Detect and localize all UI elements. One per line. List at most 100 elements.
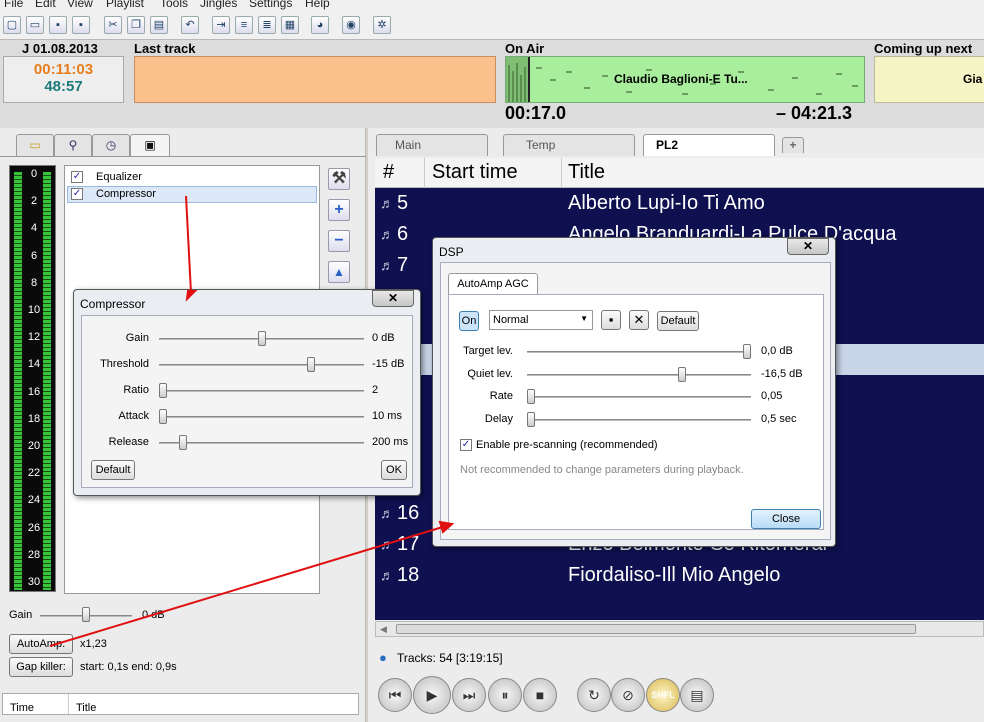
compressor-param-slider[interactable]: [159, 390, 364, 392]
shuffle-button[interactable]: SHFL: [646, 678, 680, 712]
tab-pl2[interactable]: PL2: [643, 134, 775, 156]
folder-playlist-icon[interactable]: ▦: [281, 16, 299, 34]
tab-autoamp-agc[interactable]: AutoAmp AGC: [448, 273, 538, 295]
compressor-param-thumb[interactable]: [159, 383, 167, 398]
save-icon[interactable]: ▪: [49, 16, 67, 34]
playlist-row[interactable]: ♬ 5 Alberto Lupi-Io Ti Amo: [375, 189, 984, 220]
rewind-button[interactable]: ⏮: [378, 678, 412, 712]
compressor-param-thumb[interactable]: [159, 409, 167, 424]
row-number: 7: [397, 254, 409, 276]
horizontal-scrollbar[interactable]: ◀: [375, 621, 984, 637]
compressor-param-thumb[interactable]: [178, 435, 187, 450]
menu-playlist[interactable]: Playlist: [106, 0, 144, 10]
tab-files[interactable]: ▭: [16, 134, 54, 156]
compressor-checkbox[interactable]: ✓: [71, 188, 83, 200]
on-air-box[interactable]: Claudio Baglioni-E Tu...: [505, 56, 865, 103]
row-title: Fiordaliso-Ill Mio Angelo: [568, 564, 781, 586]
tab-search[interactable]: ⚲: [54, 134, 92, 156]
compressor-param-slider[interactable]: [159, 364, 364, 366]
agc-param-thumb[interactable]: [743, 344, 751, 359]
menu-view[interactable]: View: [67, 0, 93, 10]
open-icon[interactable]: ▭: [26, 16, 44, 34]
music-note-icon: ♬: [380, 567, 394, 583]
cut-icon[interactable]: ✂: [104, 16, 122, 34]
save-preset-button[interactable]: ▪: [601, 310, 621, 330]
menu-help[interactable]: Help: [305, 0, 330, 10]
playlist-copy-icon[interactable]: ≣: [258, 16, 276, 34]
agc-panel: On Normal ▼ ▪ ✕ Default Target lev. 0,0 d…: [448, 294, 824, 530]
agc-param-slider[interactable]: [527, 373, 751, 376]
tab-temp[interactable]: Temp: [503, 134, 635, 156]
insert-icon[interactable]: ⇥: [212, 16, 230, 34]
col-start-time[interactable]: Start time: [432, 161, 518, 184]
compressor-default-button[interactable]: Default: [91, 460, 135, 480]
agc-param-thumb[interactable]: [678, 366, 687, 382]
gear-icon[interactable]: ✲: [373, 16, 391, 34]
repeat-button[interactable]: ↻: [577, 678, 611, 712]
delete-preset-button[interactable]: ✕: [629, 310, 649, 330]
tab-main[interactable]: Main: [376, 134, 488, 156]
paste-icon[interactable]: ▤: [150, 16, 168, 34]
dsp-close-button[interactable]: Close: [751, 509, 821, 529]
gain-slider-thumb[interactable]: [82, 607, 90, 622]
compressor-param-thumb[interactable]: [306, 357, 315, 372]
equalizer-checkbox[interactable]: ✓: [71, 171, 83, 183]
on-toggle-button[interactable]: On: [459, 311, 479, 331]
col-number[interactable]: #: [383, 161, 394, 184]
stop-button[interactable]: ■: [523, 678, 557, 712]
prescan-checkbox[interactable]: ✓: [460, 439, 472, 451]
playlist-row[interactable]: ♬ 18 Fiordaliso-Ill Mio Angelo: [375, 561, 984, 592]
compressor-param-thumb[interactable]: [257, 331, 266, 346]
settings-tool-button[interactable]: ⚒: [328, 168, 350, 190]
col-title[interactable]: Title: [568, 161, 605, 184]
disable-button[interactable]: ⊘: [611, 678, 645, 712]
agc-param-slider[interactable]: [527, 418, 751, 421]
playlist-button[interactable]: ▤: [680, 678, 714, 712]
play-button[interactable]: ▶: [413, 676, 451, 714]
agc-param-thumb[interactable]: [527, 389, 535, 404]
move-up-button[interactable]: ▲: [328, 261, 350, 283]
menu-tools[interactable]: Tools: [160, 0, 188, 10]
equalizer-label[interactable]: Equalizer: [96, 171, 142, 183]
forward-button[interactable]: ⏭: [452, 678, 486, 712]
tab-dsp[interactable]: ▣: [130, 134, 170, 156]
dsp-default-button[interactable]: Default: [657, 311, 699, 331]
agc-param-label: Quiet lev.: [467, 367, 513, 380]
mode-select[interactable]: Normal ▼: [489, 310, 593, 330]
next-track-box[interactable]: Gia: [874, 56, 984, 103]
meter-scale-label: 22: [27, 467, 41, 480]
agc-param-thumb[interactable]: [527, 411, 535, 427]
compressor-close-button[interactable]: ✕: [372, 290, 414, 307]
autoamp-button[interactable]: AutoAmp:: [9, 634, 73, 654]
compressor-param-slider[interactable]: [159, 416, 364, 418]
save-all-icon[interactable]: ▪: [72, 16, 90, 34]
compressor-ok-button[interactable]: OK: [381, 460, 407, 480]
menu-file[interactable]: File: [4, 0, 23, 10]
scroll-left-icon[interactable]: ◀: [380, 624, 387, 635]
playlist-add-icon[interactable]: ≡: [235, 16, 253, 34]
agc-param-slider[interactable]: [527, 396, 751, 398]
compressor-param-slider[interactable]: [159, 442, 364, 444]
remove-effect-button[interactable]: −: [328, 230, 350, 252]
search-icon: ⚲: [68, 138, 78, 152]
shuffle-icon: SHFL: [651, 690, 675, 700]
agc-param-slider[interactable]: [527, 351, 751, 353]
next-track-title: Gia: [963, 72, 983, 86]
pause-button[interactable]: ⏸: [488, 678, 522, 712]
new-icon[interactable]: ▢: [3, 16, 21, 34]
pie-chart-icon[interactable]: ◕: [311, 16, 329, 34]
undo-icon[interactable]: ↶: [181, 16, 199, 34]
globe-icon[interactable]: ◉: [342, 16, 360, 34]
add-effect-button[interactable]: +: [328, 199, 350, 221]
menu-jingles[interactable]: Jingles: [200, 0, 237, 10]
gap-killer-button[interactable]: Gap killer:: [9, 657, 73, 677]
compressor-label[interactable]: Compressor: [96, 188, 156, 200]
dsp-close-x-button[interactable]: ✕: [787, 238, 829, 255]
menu-edit[interactable]: Edit: [35, 0, 56, 10]
tab-schedule[interactable]: ◷: [92, 134, 130, 156]
scrollbar-thumb[interactable]: [396, 624, 916, 634]
menu-settings[interactable]: Settings: [249, 0, 292, 10]
copy-icon[interactable]: ❐: [127, 16, 145, 34]
add-tab-button[interactable]: +: [782, 137, 804, 153]
last-track-box[interactable]: [134, 56, 496, 103]
